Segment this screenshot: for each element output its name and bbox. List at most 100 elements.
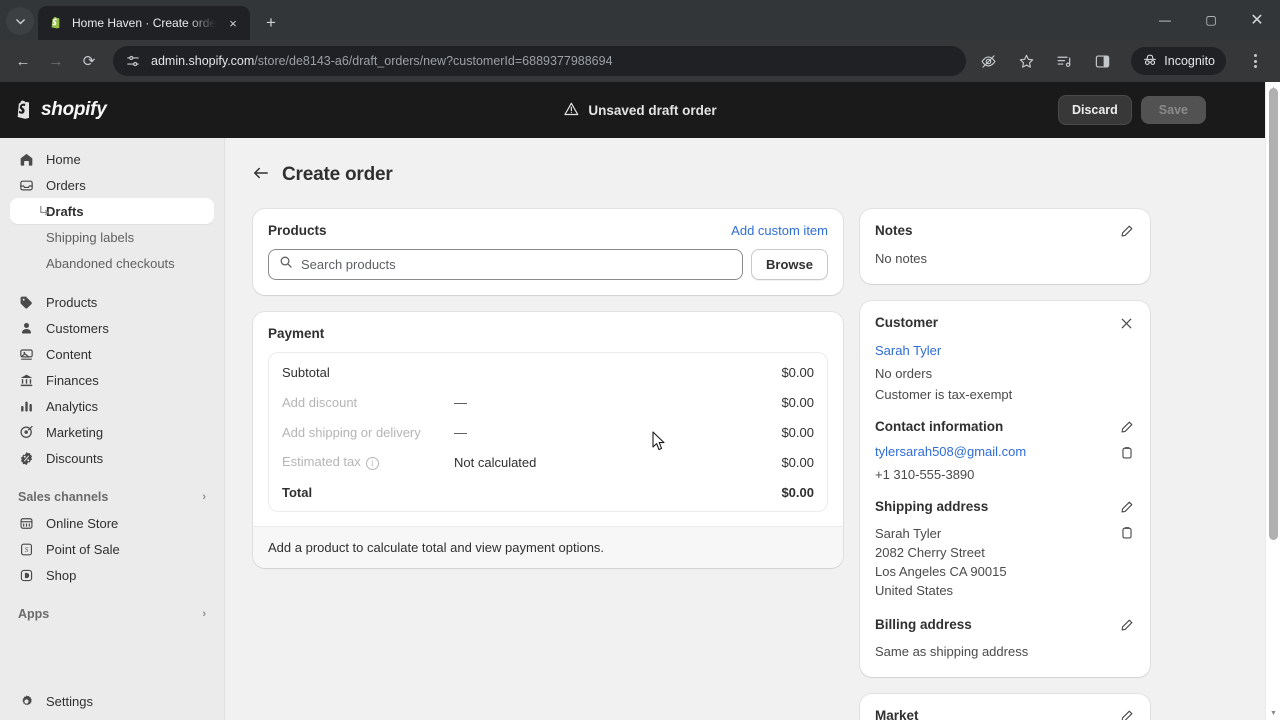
address-bar[interactable]: admin.shopify.com/store/de8143-a6/draft_…: [113, 46, 967, 76]
row-middle: Not calculated: [454, 454, 537, 470]
payment-row-shipping[interactable]: Add shipping or delivery — $0.00: [269, 417, 827, 447]
bank-icon: [18, 372, 35, 389]
side-panel-icon[interactable]: [1089, 48, 1115, 74]
sidebar-item-label: Home: [46, 151, 81, 167]
new-tab-button[interactable]: +: [256, 7, 286, 37]
payment-card-footer: Add a product to calculate total and vie…: [253, 526, 843, 568]
sidebar-item-home[interactable]: Home: [10, 146, 214, 172]
pencil-icon[interactable]: [1118, 499, 1135, 516]
pencil-icon[interactable]: [1118, 617, 1135, 634]
home-icon: [18, 151, 35, 168]
scrollbar-thumb[interactable]: [1269, 88, 1278, 540]
sidebar-item-point-of-sale[interactable]: S Point of Sale: [10, 536, 214, 562]
main-content: Create order Products Add custom item Se…: [225, 138, 1280, 720]
add-custom-item-link[interactable]: Add custom item: [731, 223, 828, 238]
close-x-icon[interactable]: [1118, 315, 1135, 332]
sidebar-item-label: Orders: [46, 177, 86, 193]
billing-address-header: Billing address: [875, 617, 1135, 634]
reading-list-icon[interactable]: [1051, 48, 1077, 74]
row-label: Total: [282, 484, 313, 500]
sidebar-item-customers[interactable]: Customers: [10, 315, 214, 341]
sidebar-item-label: Shipping labels: [46, 229, 135, 245]
sidebar-item-label: Discounts: [46, 450, 104, 466]
browser-tab-title: Home Haven · Create order · Sh: [72, 16, 216, 30]
pos-icon: S: [18, 541, 35, 558]
customer-email-link[interactable]: tylersarah508@gmail.com: [875, 444, 1026, 459]
address-line: Sarah Tyler: [875, 526, 942, 541]
address-bar-url: admin.shopify.com/store/de8143-a6/draft_…: [151, 54, 958, 68]
pencil-icon[interactable]: [1118, 419, 1135, 436]
customer-name-link[interactable]: Sarah Tyler: [875, 343, 941, 358]
notes-card: Notes No notes: [860, 209, 1150, 284]
window-close-button[interactable]: ✕: [1234, 0, 1280, 40]
app-body: Home Orders Drafts Shipping labels Aband…: [0, 82, 1280, 720]
browser-tab[interactable]: Home Haven · Create order · Sh ×: [38, 6, 250, 40]
pencil-icon[interactable]: [1118, 708, 1135, 720]
tune-icon[interactable]: [125, 53, 141, 69]
forward-icon[interactable]: →: [41, 46, 71, 76]
chevron-right-icon[interactable]: ›: [202, 491, 206, 503]
window-minimize-button[interactable]: —: [1142, 0, 1188, 40]
products-card: Products Add custom item Search products…: [253, 209, 843, 295]
sidebar-item-shipping-labels[interactable]: Shipping labels: [10, 224, 214, 250]
payment-row-discount[interactable]: Add discount — $0.00: [269, 387, 827, 417]
tab-close-icon[interactable]: ×: [224, 14, 242, 32]
sidebar-item-label: Shop: [46, 567, 77, 583]
sidebar-item-products[interactable]: Products: [10, 289, 214, 315]
unsaved-draft-status: Unsaved draft order: [563, 101, 717, 120]
chevron-right-icon[interactable]: ›: [202, 608, 206, 620]
sidebar-section-apps[interactable]: Apps ›: [10, 601, 214, 627]
content-grid: Products Add custom item Search products…: [253, 209, 1252, 720]
browse-button[interactable]: Browse: [751, 249, 828, 280]
copy-clipboard-icon[interactable]: [1118, 524, 1135, 541]
info-circle-icon[interactable]: i: [365, 456, 379, 470]
scroll-down-arrow-icon[interactable]: ▼: [1266, 706, 1280, 720]
discard-button[interactable]: Discard: [1057, 95, 1132, 125]
search-products-input[interactable]: Search products: [268, 249, 744, 280]
back-icon[interactable]: ←: [8, 46, 38, 76]
window-maximize-button[interactable]: ▢: [1188, 0, 1234, 40]
product-search-row: Search products Browse: [268, 249, 828, 280]
notes-card-header: Notes: [875, 223, 1135, 240]
bookmark-star-icon[interactable]: [1013, 48, 1039, 74]
browser-tab-strip: Home Haven · Create order · Sh × + — ▢ ✕: [0, 0, 1280, 40]
search-icon: [279, 255, 293, 274]
three-dot-menu-icon[interactable]: [1242, 46, 1268, 76]
sidebar-item-shop[interactable]: Shop: [10, 562, 214, 588]
sidebar-item-orders[interactable]: Orders: [10, 172, 214, 198]
sidebar-item-drafts[interactable]: Drafts: [10, 198, 214, 224]
contact-information-title: Contact information: [875, 419, 1004, 434]
save-button[interactable]: Save: [1140, 96, 1206, 124]
sidebar-item-label: Products: [46, 294, 98, 310]
tag-icon: [18, 294, 35, 311]
incognito-indicator[interactable]: Incognito: [1131, 47, 1226, 75]
subnav-arrow-icon: [38, 205, 51, 218]
reload-icon[interactable]: ⟳: [74, 46, 104, 76]
shopify-logo[interactable]: shopify: [14, 99, 229, 121]
row-label[interactable]: Add discount: [282, 395, 454, 410]
third-party-cookies-blocked-icon[interactable]: [975, 48, 1001, 74]
shipping-address-lines: Sarah Tyler 2082 Cherry Street Los Angel…: [875, 524, 1007, 600]
sidebar-item-discounts[interactable]: Discounts: [10, 445, 214, 471]
sidebar-item-label: Abandoned checkouts: [46, 255, 175, 271]
sidebar-item-settings[interactable]: Settings: [10, 688, 214, 714]
gear-icon: [18, 693, 35, 710]
sidebar-item-abandoned-checkouts[interactable]: Abandoned checkouts: [10, 250, 214, 276]
tab-search-icon[interactable]: [6, 7, 34, 35]
arrow-left-icon[interactable]: [253, 166, 269, 185]
sidebar-item-online-store[interactable]: Online Store: [10, 510, 214, 536]
person-icon: [18, 320, 35, 337]
sidebar-item-analytics[interactable]: Analytics: [10, 393, 214, 419]
pencil-icon[interactable]: [1118, 223, 1135, 240]
row-label[interactable]: Add shipping or delivery: [282, 425, 454, 440]
sidebar-item-finances[interactable]: Finances: [10, 367, 214, 393]
sidebar-item-marketing[interactable]: Marketing: [10, 419, 214, 445]
sidebar-item-content[interactable]: Content: [10, 341, 214, 367]
sidebar-section-sales-channels[interactable]: Sales channels ›: [10, 484, 214, 510]
sidebar-item-label: Content: [46, 346, 92, 362]
page-scrollbar[interactable]: ▲ ▼: [1265, 82, 1280, 720]
copy-clipboard-icon[interactable]: [1118, 444, 1135, 461]
payment-card-title: Payment: [268, 326, 325, 341]
